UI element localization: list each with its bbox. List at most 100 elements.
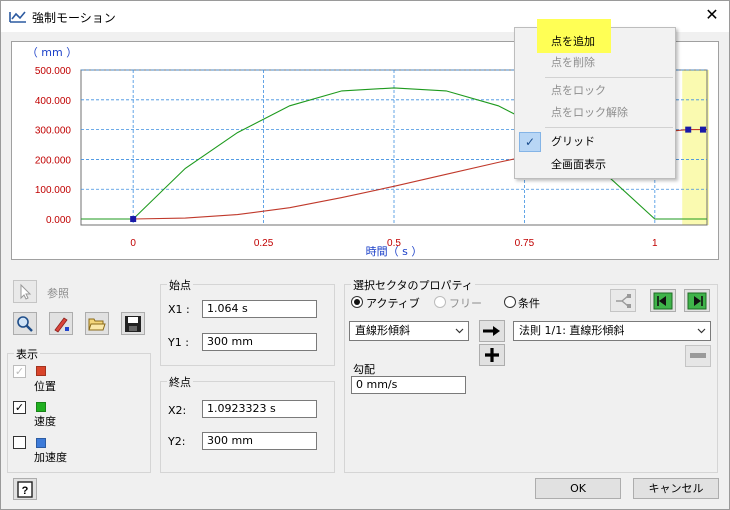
y-tick-label: 400.000 [35, 96, 72, 107]
velocity-checkbox[interactable]: ✓ [13, 401, 26, 414]
sector-type-select[interactable]: 直線形傾斜 [349, 321, 469, 341]
checkmark-icon: ✓ [519, 132, 541, 152]
active-radio[interactable] [351, 296, 363, 308]
split-sector-button[interactable] [610, 289, 636, 312]
display-group-title: 表示 [14, 346, 40, 362]
law-value: 法則 1/1: 直線形傾斜 [519, 324, 625, 337]
position-checkbox[interactable]: ✓ [13, 365, 26, 378]
end-point-title: 終点 [167, 374, 193, 390]
free-radio[interactable] [434, 296, 446, 308]
control-point [699, 126, 706, 133]
magnifier-icon [17, 316, 33, 332]
x-tick-label: 0 [130, 238, 136, 249]
start-point-group: 始点 [160, 277, 335, 366]
y-tick-label: 100.000 [35, 185, 72, 196]
arrow-cursor-icon [20, 283, 32, 300]
help-icon: ? [17, 481, 33, 498]
apply-law-button[interactable] [479, 320, 505, 342]
y1-input[interactable]: 300 mm [202, 333, 317, 351]
law-select[interactable]: 法則 1/1: 直線形傾斜 [513, 321, 711, 341]
acceleration-checkbox[interactable] [13, 436, 26, 449]
menu-separator [545, 77, 673, 78]
reference-label[interactable]: 参照 [47, 285, 69, 301]
chevron-down-icon [455, 328, 464, 334]
save-file-button[interactable] [121, 312, 145, 335]
fit-view-label: 全画面表示 [551, 158, 606, 171]
x2-label: X2: [168, 404, 187, 417]
zoom-button[interactable] [13, 312, 37, 335]
next-sector-icon [687, 292, 707, 310]
help-button[interactable]: ? [13, 478, 37, 500]
y-tick-label: 500.000 [35, 66, 72, 77]
y-axis-label: （ mm ） [27, 46, 77, 59]
previous-sector-icon [653, 292, 673, 310]
control-point [685, 126, 692, 133]
ok-button[interactable]: OK [535, 478, 621, 499]
svg-text:?: ? [22, 485, 29, 497]
menu-item-lock-point[interactable]: 点をロック [516, 80, 674, 102]
acceleration-label: 加速度 [34, 451, 67, 464]
cancel-button[interactable]: キャンセル [633, 478, 719, 499]
chevron-down-icon [697, 328, 706, 334]
velocity-color-swatch [36, 402, 46, 412]
velocity-label: 速度 [34, 415, 56, 428]
pencil-eraser-icon [54, 317, 69, 333]
floppy-disk-icon [125, 316, 141, 332]
y1-label: Y1 : [168, 336, 189, 349]
branch-icon [616, 294, 631, 308]
minus-icon [690, 353, 706, 358]
y-tick-label: 300.000 [35, 126, 72, 137]
delete-point-label: 点を削除 [551, 56, 595, 69]
right-arrow-icon [483, 326, 500, 336]
position-label: 位置 [34, 380, 56, 393]
y2-input[interactable]: 300 mm [202, 432, 317, 450]
x-tick-label: 1 [652, 238, 658, 249]
free-label[interactable]: フリー [449, 295, 482, 311]
condition-radio[interactable] [504, 296, 516, 308]
select-tool-button[interactable] [13, 280, 37, 303]
lock-point-label: 点をロック [551, 84, 606, 97]
end-point-group: 終点 [160, 374, 335, 473]
y-tick-label: 0.000 [46, 215, 71, 226]
x-axis-label: 時間（ s ） [366, 245, 423, 258]
motion-dialog: 強制モーション ✕ 0 0.25 0.5 0.75 1 0.000 100.000 200.0… [0, 0, 730, 510]
context-menu: 点を追加 点を削除 点をロック 点をロック解除 ✓ グリッド 全画面表示 [514, 19, 676, 179]
y-tick-label: 200.000 [35, 155, 72, 166]
remove-sector-button[interactable] [685, 345, 711, 367]
active-label[interactable]: アクティブ [366, 295, 420, 311]
x1-label: X1 : [168, 303, 190, 316]
x1-input[interactable]: 1.064 s [202, 300, 317, 318]
x-tick-label: 0.25 [254, 238, 274, 249]
menu-item-delete-point[interactable]: 点を削除 [516, 52, 674, 74]
sector-properties-title: 選択セクタのプロパティ [351, 277, 475, 293]
menu-item-unlock-point[interactable]: 点をロック解除 [516, 102, 674, 124]
grid-label: グリッド [551, 135, 595, 148]
next-sector-button[interactable] [684, 289, 710, 312]
add-sector-button[interactable] [479, 344, 505, 366]
menu-separator [545, 127, 673, 128]
position-color-swatch [36, 366, 46, 376]
unlock-point-label: 点をロック解除 [551, 106, 628, 119]
display-group: 表示 [7, 346, 151, 473]
menu-item-fit-view[interactable]: 全画面表示 [516, 154, 674, 176]
close-icon[interactable]: ✕ [703, 6, 721, 24]
start-point-title: 始点 [167, 277, 193, 293]
sector-type-value: 直線形傾斜 [355, 324, 410, 337]
y2-label: Y2: [168, 435, 186, 448]
edit-curve-button[interactable] [49, 312, 73, 335]
control-point [130, 216, 137, 223]
open-file-button[interactable] [85, 312, 109, 335]
x2-input[interactable]: 1.0923323 s [202, 400, 317, 418]
condition-label[interactable]: 条件 [518, 295, 540, 311]
menu-item-add-point[interactable]: 点を追加 [516, 19, 674, 53]
x-tick-label: 0.75 [515, 238, 535, 249]
selection-band [682, 70, 709, 225]
plus-icon [485, 348, 499, 362]
add-point-label: 点を追加 [551, 35, 595, 48]
window-title: 強制モーション [32, 11, 116, 25]
previous-sector-button[interactable] [650, 289, 676, 312]
acceleration-color-swatch [36, 438, 46, 448]
slope-input[interactable]: 0 mm/s [351, 376, 466, 394]
app-logo-icon [9, 11, 26, 23]
menu-item-grid[interactable]: ✓ グリッド [516, 131, 674, 153]
